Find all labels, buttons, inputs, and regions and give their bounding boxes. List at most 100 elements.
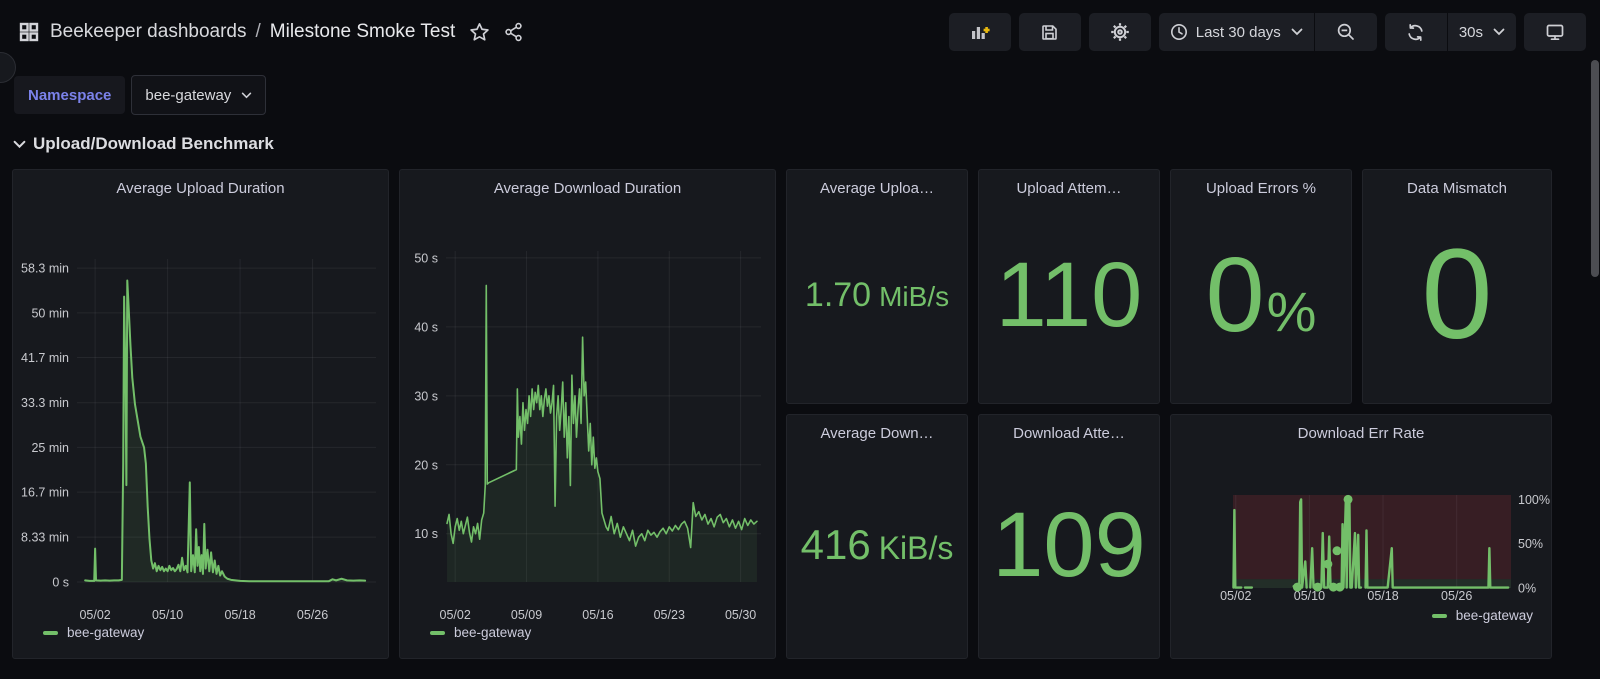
svg-text:16.7 min: 16.7 min — [21, 486, 69, 500]
legend-label: bee-gateway — [454, 625, 531, 640]
svg-text:33.3 min: 33.3 min — [21, 396, 69, 410]
legend-item[interactable]: bee-gateway — [1171, 608, 1533, 623]
star-outline-icon[interactable] — [469, 22, 490, 43]
chevron-down-icon — [1493, 28, 1505, 36]
stat-value: 1.70 MiB/s — [805, 278, 949, 312]
panel-average-download-duration: Average Download Duration 05/02 05/09 05/1… — [399, 169, 776, 659]
breadcrumb-separator: / — [255, 21, 260, 43]
time-range-group: Last 30 days — [1159, 13, 1377, 51]
svg-text:05/10: 05/10 — [152, 608, 183, 622]
legend-swatch — [430, 631, 445, 635]
download-duration-chart[interactable]: 05/02 05/09 05/16 05/23 05/30 10 s 20 s 30 s 40 … — [400, 201, 773, 625]
svg-text:05/02: 05/02 — [440, 608, 471, 622]
svg-text:05/30: 05/30 — [725, 608, 756, 622]
page-header: Beekeeper dashboards / Milestone Smoke T… — [0, 0, 1600, 64]
namespace-variable-value: bee-gateway — [145, 87, 231, 104]
stat-value: 110 — [996, 249, 1143, 341]
monitor-icon — [1545, 23, 1565, 42]
section-title: Upload/Download Benchmark — [33, 134, 274, 154]
svg-text:10 s: 10 s — [414, 527, 438, 541]
upload-duration-chart[interactable]: 05/02 05/10 05/18 05/26 0 s 8.33 min 16.7 min 2… — [13, 201, 386, 625]
time-range-label: Last 30 days — [1196, 24, 1281, 41]
panel-download-attempts: Download Atte… 109 — [978, 414, 1160, 659]
panel-title[interactable]: Average Uploa… — [787, 175, 967, 201]
namespace-variable-label: Namespace — [14, 76, 125, 114]
zoom-out-button[interactable] — [1315, 13, 1377, 51]
panel-title[interactable]: Upload Attem… — [979, 175, 1159, 201]
svg-text:05/18: 05/18 — [1367, 589, 1398, 603]
vertical-scrollbar[interactable] — [1591, 60, 1599, 277]
refresh-icon — [1406, 23, 1425, 42]
svg-text:50 min: 50 min — [31, 306, 69, 320]
breadcrumb-current[interactable]: Milestone Smoke Test — [270, 21, 456, 43]
svg-text:05/18: 05/18 — [224, 608, 255, 622]
svg-text:58.3 min: 58.3 min — [21, 262, 69, 276]
svg-text:50%: 50% — [1518, 537, 1543, 551]
dashboard-variables-row: Namespace bee-gateway — [0, 75, 1600, 115]
panel-title[interactable]: Download Err Rate — [1171, 420, 1551, 446]
panel-average-upload-duration: Average Upload Duration 05/0205/1005/180… — [12, 169, 389, 659]
svg-text:40 s: 40 s — [414, 320, 438, 334]
time-range-picker[interactable]: Last 30 days — [1159, 13, 1314, 51]
svg-text:05/02: 05/02 — [79, 608, 110, 622]
magnifier-minus-icon — [1336, 22, 1356, 42]
panel-title[interactable]: Average Down… — [787, 420, 967, 446]
panel-title[interactable]: Download Atte… — [979, 420, 1159, 446]
svg-text:41.7 min: 41.7 min — [21, 351, 69, 365]
svg-text:05/23: 05/23 — [654, 608, 685, 622]
save-dashboard-button[interactable] — [1019, 13, 1081, 51]
panel-upload-errors-pct: Upload Errors % 0 % — [1170, 169, 1352, 404]
refresh-button[interactable] — [1385, 13, 1447, 51]
svg-text:30 s: 30 s — [414, 389, 438, 403]
panel-download-err-rate: Download Err Rate 05/0205/1005/1805/260%… — [1170, 414, 1552, 659]
legend-label: bee-gateway — [67, 625, 144, 640]
chevron-down-icon — [1291, 28, 1303, 36]
panel-upload-attempts: Upload Attem… 110 — [978, 169, 1160, 404]
kiosk-mode-button[interactable] — [1524, 13, 1586, 51]
svg-text:05/02: 05/02 — [1220, 589, 1251, 603]
breadcrumb: Beekeeper dashboards / Milestone Smoke T… — [50, 21, 455, 43]
breadcrumb-root[interactable]: Beekeeper dashboards — [50, 21, 246, 43]
download-err-rate-chart[interactable]: 05/0205/1005/1805/260%50%100% — [1171, 446, 1552, 606]
svg-text:50 s: 50 s — [414, 251, 438, 265]
panel-data-mismatch: Data Mismatch 0 — [1362, 169, 1552, 404]
panel-title[interactable]: Average Upload Duration — [13, 175, 388, 201]
svg-text:8.33 min: 8.33 min — [21, 531, 69, 545]
legend-swatch — [1432, 614, 1447, 618]
add-panel-button[interactable] — [949, 13, 1011, 51]
panel-average-upload-rate: Average Uploa… 1.70 MiB/s — [786, 169, 968, 404]
svg-text:0 s: 0 s — [52, 576, 69, 590]
svg-text:0%: 0% — [1518, 582, 1536, 596]
svg-text:05/09: 05/09 — [511, 608, 542, 622]
legend-item[interactable]: bee-gateway — [430, 625, 775, 640]
svg-text:05/26: 05/26 — [297, 608, 328, 622]
stat-value: 0 % — [1206, 242, 1317, 348]
apps-grid-icon[interactable] — [18, 21, 40, 43]
panel-average-download-rate: Average Down… 416 KiB/s — [786, 414, 968, 659]
svg-text:20 s: 20 s — [414, 458, 438, 472]
stat-value: 109 — [992, 499, 1146, 591]
panel-title[interactable]: Data Mismatch — [1363, 175, 1551, 201]
legend-item[interactable]: bee-gateway — [43, 625, 388, 640]
dashboard-toolbar: Last 30 days — [949, 13, 1586, 51]
chevron-down-icon — [241, 92, 252, 99]
share-icon[interactable] — [504, 22, 524, 42]
row-upload-download-benchmark[interactable]: Upload/Download Benchmark — [13, 134, 1600, 154]
dashboard-settings-button[interactable] — [1089, 13, 1151, 51]
svg-text:100%: 100% — [1518, 493, 1550, 507]
stat-value: 0 — [1421, 231, 1492, 359]
dashboard-grid: Average Upload Duration 05/0205/1005/180… — [12, 169, 1588, 659]
panel-title[interactable]: Average Download Duration — [400, 175, 775, 201]
chevron-down-icon — [13, 140, 26, 149]
svg-text:05/16: 05/16 — [582, 608, 613, 622]
namespace-variable-select[interactable]: bee-gateway — [131, 75, 266, 115]
svg-text:25 min: 25 min — [31, 441, 69, 455]
refresh-interval-label: 30s — [1459, 24, 1483, 41]
panel-title[interactable]: Upload Errors % — [1171, 175, 1351, 201]
refresh-group: 30s — [1385, 13, 1516, 51]
clock-icon — [1170, 23, 1188, 41]
stat-value: 416 KiB/s — [801, 524, 954, 566]
legend-swatch — [43, 631, 58, 635]
legend-label: bee-gateway — [1456, 608, 1533, 623]
refresh-interval-picker[interactable]: 30s — [1448, 13, 1516, 51]
